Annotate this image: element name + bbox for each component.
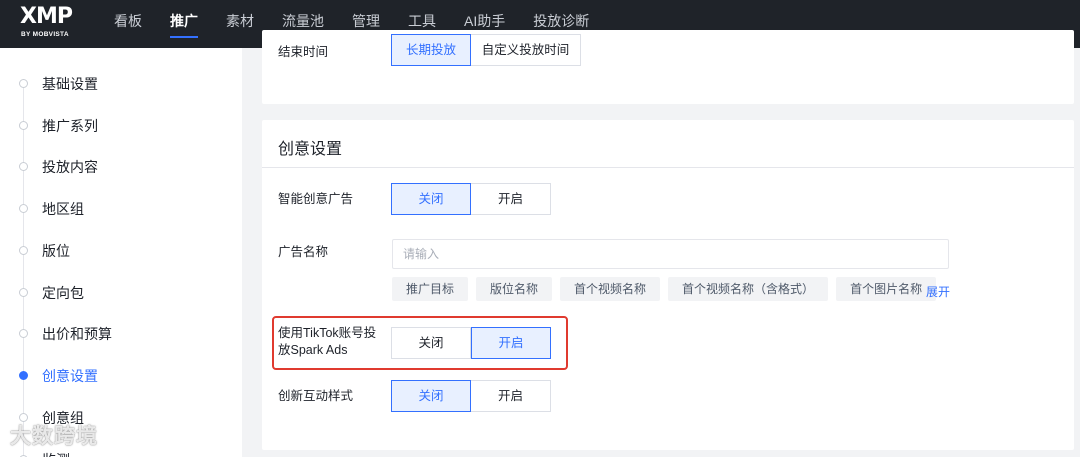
spark-ads-off-button[interactable]: 关闭 [391, 327, 471, 359]
expand-link[interactable]: 展开 [926, 283, 950, 300]
step-dot-icon [19, 371, 28, 380]
sidebar-item-label: 监测 [42, 450, 70, 457]
spark-ads-label-line1: 使用TikTok账号投 [278, 326, 377, 340]
nav-item-promotion[interactable]: 推广 [156, 0, 212, 48]
xmp-logo[interactable]: XMP BY MOBVISTA [20, 4, 92, 42]
logo-text: XMP [20, 4, 73, 29]
step-dot-icon [19, 329, 28, 338]
end-time-toggle: 长期投放 自定义投放时间 [391, 34, 581, 66]
sidebar-item-label: 投放内容 [42, 159, 98, 175]
step-dot-icon [19, 246, 28, 255]
card-title: 创意设置 [278, 141, 343, 158]
ad-name-label: 广告名称 [278, 245, 329, 259]
smart-ad-on-button[interactable]: 开启 [471, 183, 551, 215]
step-dot-icon [19, 288, 28, 297]
sidebar-item-label: 版位 [42, 243, 70, 259]
sidebar-item-label: 定向包 [42, 285, 84, 301]
sidebar-item-delivery-content[interactable]: 投放内容 [0, 151, 242, 181]
chip-first-video-name[interactable]: 首个视频名称 [560, 277, 661, 301]
sidebar-item-basic-settings[interactable]: 基础设置 [0, 68, 242, 98]
creative-settings-card: 创意设置 智能创意广告 关闭 开启 广告名称 推广目标 版位名称 首个视频名称 … [262, 120, 1074, 450]
card-header: 创意设置 [262, 120, 1074, 168]
custom-time-button[interactable]: 自定义投放时间 [471, 34, 581, 66]
step-dot-icon [19, 204, 28, 213]
sidebar-item-label: 推广系列 [42, 118, 98, 134]
sidebar-item-label: 基础设置 [42, 76, 98, 92]
end-time-label: 结束时间 [278, 45, 329, 59]
smart-ad-toggle: 关闭 开启 [391, 183, 551, 215]
spark-ads-label-line2: 放Spark Ads [278, 343, 348, 357]
logo-subtext: BY MOBVISTA [21, 31, 69, 38]
chip-promotion-target[interactable]: 推广目标 [392, 277, 469, 301]
sidebar-item-label: 出价和预算 [42, 326, 112, 342]
interactive-on-button[interactable]: 开启 [471, 380, 551, 412]
sidebar-item-label: 创意设置 [42, 368, 98, 384]
nav-item-dashboard[interactable]: 看板 [100, 0, 156, 48]
sidebar-item-targeting-package[interactable]: 定向包 [0, 277, 242, 307]
spark-ads-on-button[interactable]: 开启 [471, 327, 551, 359]
ad-name-input[interactable] [392, 239, 949, 269]
interactive-off-button[interactable]: 关闭 [391, 380, 471, 412]
watermark: 大数跨境 [10, 425, 98, 448]
sidebar-item-region-group[interactable]: 地区组 [0, 193, 242, 223]
interactive-style-toggle: 关闭 开启 [391, 380, 551, 412]
step-dot-icon [19, 121, 28, 130]
sidebar-item-bid-budget[interactable]: 出价和预算 [0, 318, 242, 348]
chip-placement-name[interactable]: 版位名称 [476, 277, 553, 301]
smart-ad-off-button[interactable]: 关闭 [391, 183, 471, 215]
interactive-style-label: 创新互动样式 [278, 389, 354, 403]
chip-first-image-name[interactable]: 首个图片名称 [836, 277, 937, 301]
long-term-button[interactable]: 长期投放 [391, 34, 471, 66]
schedule-card: 结束时间 长期投放 自定义投放时间 [262, 30, 1074, 104]
ad-name-macro-chips: 推广目标 版位名称 首个视频名称 首个视频名称（含格式） 首个图片名称 [392, 277, 937, 301]
sidebar-item-label: 地区组 [42, 201, 84, 217]
smart-ad-label: 智能创意广告 [278, 192, 354, 206]
chip-first-video-name-format[interactable]: 首个视频名称（含格式） [668, 277, 829, 301]
step-dot-icon [19, 79, 28, 88]
nav-item-assets[interactable]: 素材 [212, 0, 268, 48]
sidebar-item-creative-settings[interactable]: 创意设置 [0, 360, 242, 390]
step-sidebar: 基础设置 推广系列 投放内容 地区组 版位 定向包 出价和预算 创意设置 创意组… [0, 48, 242, 457]
step-dot-icon [19, 162, 28, 171]
sidebar-item-campaign-series[interactable]: 推广系列 [0, 110, 242, 140]
spark-ads-toggle: 关闭 开启 [391, 327, 551, 359]
sidebar-item-placement[interactable]: 版位 [0, 235, 242, 265]
